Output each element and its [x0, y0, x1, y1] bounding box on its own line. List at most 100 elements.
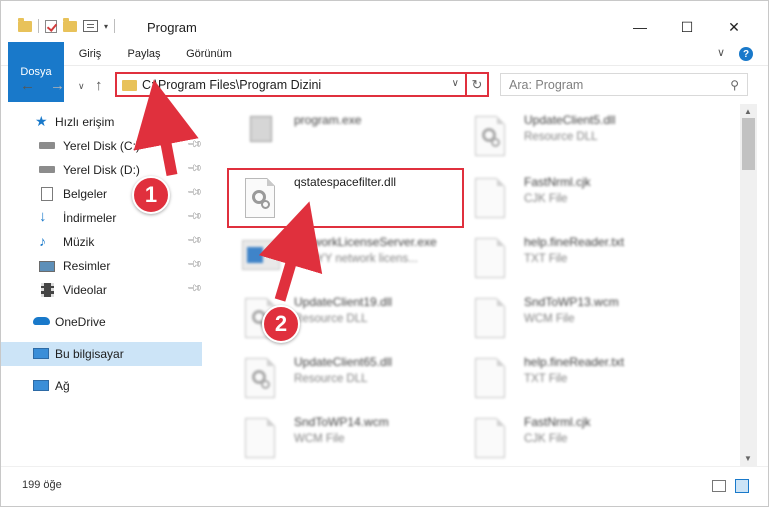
properties-check-icon[interactable] — [45, 19, 57, 33]
search-icon: ⚲ — [730, 78, 739, 92]
sidebar-item-label: Hızlı erişim — [55, 115, 115, 129]
pin-icon[interactable]: 📌︎ — [186, 136, 203, 153]
sidebar-item-music[interactable]: ♪ Müzik 📌︎ — [0, 230, 203, 254]
file-type: CJK File — [524, 433, 568, 445]
cloud-icon — [33, 317, 50, 325]
sidebar-item-local-disk-c[interactable]: Yerel Disk (C:) 📌︎ — [0, 134, 203, 158]
file-item[interactable]: UpdateClient65.dll Resource DLL — [228, 346, 468, 406]
item-count: 199 öğe — [22, 479, 62, 491]
pin-icon[interactable]: 📌︎ — [186, 184, 203, 201]
sidebar-item-network[interactable]: Ağ — [0, 374, 202, 398]
title-bar: ▾ Program — ☐ ✕ — [0, 0, 769, 42]
file-type: Resource DLL — [294, 373, 368, 385]
chevron-down-icon[interactable]: ∨ — [452, 78, 459, 89]
scroll-up-icon[interactable]: ▲ — [744, 107, 752, 116]
address-bar[interactable]: C:\Program Files\Program Dizini ∨ — [115, 72, 467, 97]
help-icon[interactable]: ? — [739, 47, 753, 61]
sidebar-item-label: Bu bilgisayar — [55, 347, 124, 361]
back-arrow-icon[interactable]: ← — [20, 77, 35, 94]
sidebar-item-onedrive[interactable]: OneDrive — [0, 310, 202, 334]
sidebar-item-label: OneDrive — [55, 315, 106, 329]
file-item[interactable]: NetworkLicenseServer.exe ABBYY network l… — [228, 226, 468, 286]
close-button[interactable]: ✕ — [711, 13, 757, 41]
recent-locations-icon[interactable]: ∨ — [78, 81, 85, 92]
sidebar-item-label: İndirmeler — [63, 211, 117, 225]
file-item[interactable]: program.exe — [228, 104, 468, 164]
file-name: SndToWP14.wcm — [294, 415, 389, 429]
minimize-button[interactable]: — — [617, 13, 663, 41]
sidebar-item-label: Müzik — [63, 235, 95, 249]
file-name: UpdateClient19.dll — [294, 295, 393, 309]
quick-access-toolbar: ▾ — [18, 17, 116, 33]
ribbon: Dosya Giriş Paylaş Görünüm ∨ ? — [0, 42, 769, 102]
properties-icon[interactable] — [83, 20, 98, 32]
chevron-down-icon[interactable]: ∨ — [717, 46, 725, 59]
text-file-icon — [472, 236, 508, 280]
pin-icon[interactable]: 📌︎ — [186, 256, 203, 273]
sidebar-item-this-pc[interactable]: Bu bilgisayar — [0, 342, 202, 366]
vertical-scrollbar[interactable]: ▲ ▼ — [740, 104, 757, 466]
file-name: help.fineReader.txt — [524, 235, 625, 249]
sidebar-item-documents[interactable]: Belgeler 📌︎ — [0, 182, 203, 206]
search-input[interactable]: Ara: Program ⚲ — [500, 73, 748, 96]
file-type: Resource DLL — [524, 131, 598, 143]
file-item[interactable]: FastNrml.cjk CJK File — [458, 166, 698, 226]
customize-toolbar-icon[interactable]: ▾ — [104, 22, 108, 31]
app-file-icon — [242, 236, 280, 280]
file-list: program.exe UpdateClient5.dll Resource D… — [210, 104, 740, 466]
pictures-icon — [39, 261, 55, 272]
computer-icon — [33, 348, 49, 359]
generic-file-icon — [472, 416, 508, 460]
search-placeholder: Ara: Program — [509, 78, 584, 92]
file-item[interactable]: UpdateClient5.dll Resource DLL — [458, 104, 698, 164]
scroll-down-icon[interactable]: ▼ — [744, 454, 752, 463]
file-name: UpdateClient65.dll — [294, 355, 393, 369]
file-type: WCM File — [294, 433, 345, 445]
toolbar-divider — [114, 19, 116, 33]
downloads-icon: ↓ — [39, 208, 47, 225]
details-view-icon[interactable] — [712, 480, 726, 492]
music-icon: ♪ — [39, 233, 46, 249]
sidebar-item-local-disk-d[interactable]: Yerel Disk (D:) 📌︎ — [0, 158, 203, 182]
up-arrow-icon[interactable]: ↑ — [95, 77, 103, 94]
tab-view[interactable]: Görünüm — [178, 42, 240, 66]
new-folder-icon[interactable] — [63, 17, 77, 32]
network-icon — [33, 380, 49, 391]
scroll-thumb[interactable] — [742, 118, 755, 170]
tab-share[interactable]: Paylaş — [120, 42, 168, 66]
documents-icon — [41, 187, 53, 201]
dll-file-icon — [242, 356, 278, 400]
refresh-button[interactable]: ↻ — [467, 72, 489, 97]
file-highlight-box — [227, 168, 464, 228]
status-bar: 199 öğe — [0, 466, 769, 507]
folder-icon — [122, 80, 137, 91]
file-item[interactable]: help.fineReader.txt TXT File — [458, 226, 698, 286]
file-name: FastNrml.cjk — [524, 175, 591, 189]
sidebar-item-label: Belgeler — [63, 187, 108, 201]
file-item[interactable]: SndToWP13.wcm WCM File — [458, 286, 698, 346]
sidebar-item-downloads[interactable]: ↓ İndirmeler 📌︎ — [0, 206, 203, 230]
sidebar-item-videos[interactable]: Videolar 📌︎ — [0, 278, 203, 302]
address-path[interactable]: C:\Program Files\Program Dizini — [142, 78, 321, 92]
exe-file-icon — [242, 114, 278, 158]
pin-icon[interactable]: 📌︎ — [186, 160, 203, 177]
sidebar-item-pictures[interactable]: Resimler 📌︎ — [0, 254, 203, 278]
file-item[interactable]: help.fineReader.txt TXT File — [458, 346, 698, 406]
maximize-button[interactable]: ☐ — [664, 13, 710, 41]
pin-icon[interactable]: 📌︎ — [186, 208, 203, 225]
sidebar-item-quick-access[interactable]: ★ Hızlı erişim — [0, 110, 202, 134]
forward-arrow-icon[interactable]: → — [50, 77, 65, 94]
tab-home[interactable]: Giriş — [70, 42, 110, 66]
file-type: TXT File — [524, 253, 568, 265]
annotation-badge-1: 1 — [132, 176, 170, 214]
large-icons-view-icon[interactable] — [735, 479, 749, 493]
file-name: NetworkLicenseServer.exe — [294, 235, 437, 249]
file-type: ABBYY network licens... — [294, 253, 418, 265]
navigation-pane: ★ Hızlı erişim Yerel Disk (C:) 📌︎ Yerel … — [0, 104, 210, 466]
generic-file-icon — [242, 416, 278, 460]
file-item[interactable]: SndToWP14.wcm WCM File — [228, 406, 468, 466]
sidebar-item-label: Yerel Disk (D:) — [63, 163, 140, 177]
file-item[interactable]: FastNrml.cjk CJK File — [458, 406, 698, 466]
pin-icon[interactable]: 📌︎ — [186, 280, 203, 297]
pin-icon[interactable]: 📌︎ — [186, 232, 203, 249]
